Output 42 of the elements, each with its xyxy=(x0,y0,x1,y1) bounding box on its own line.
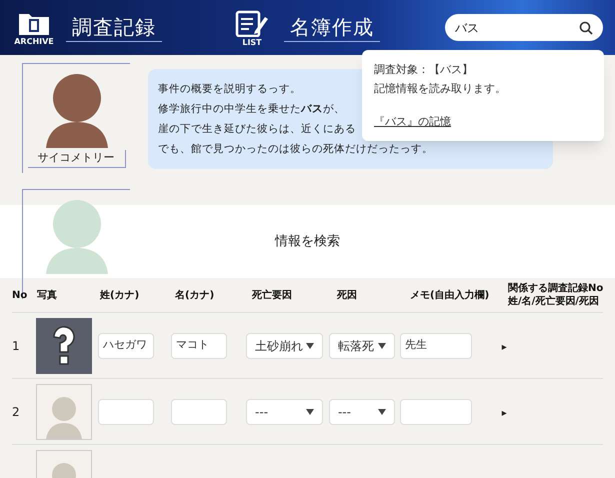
column-header: 写真 xyxy=(37,288,58,302)
nav-link[interactable]: 調査記録 xyxy=(66,13,162,42)
row-number: 2 xyxy=(12,404,20,418)
notepad-pencil-icon xyxy=(235,8,269,36)
search-icon xyxy=(579,20,593,34)
caret-icon xyxy=(378,408,386,414)
message-line: 事件の概要を説明するっす。 xyxy=(158,82,301,97)
expand-toggle[interactable]: ▸ xyxy=(496,406,507,420)
row-number: 1 xyxy=(12,338,20,352)
dropdown-field[interactable]: 土砂崩れ xyxy=(246,332,324,358)
dropdown-field[interactable]: --- xyxy=(246,398,324,424)
message-line: 修学旅行中の中学生を乗せたバスが、 xyxy=(158,102,345,117)
dropdown-field[interactable]: 転落死 xyxy=(328,332,395,358)
nav-link[interactable]: 名簿作成 xyxy=(284,13,380,42)
caret-icon xyxy=(378,342,386,348)
caret-icon xyxy=(306,408,314,414)
message-line: 崖の下で生き延びた彼らは、近くにある xyxy=(158,122,356,137)
text-field[interactable] xyxy=(400,398,472,424)
message-line: でも、館で見つかったのは彼らの死体だけだったっす。 xyxy=(158,142,433,157)
column-header: 死因 xyxy=(337,288,358,302)
column-header: 名(カナ) xyxy=(175,288,216,302)
search-info-button[interactable]: 情報を検索 xyxy=(275,232,340,252)
text-field[interactable] xyxy=(170,398,227,424)
column-header: No xyxy=(12,288,28,302)
column-header: 関係する調査記録No 姓/名/死亡要因/死因 xyxy=(508,282,604,308)
popup-text: 記憶情報を読み取ります。 xyxy=(374,81,507,97)
column-header: 死亡要因 xyxy=(252,288,293,302)
dropdown-field[interactable]: --- xyxy=(328,398,395,424)
icon-caption: LIST xyxy=(242,38,262,46)
text-field[interactable]: 先生 xyxy=(400,332,472,358)
icon-caption: ARCHIVE xyxy=(14,38,54,46)
column-header: 姓(カナ) xyxy=(100,288,140,302)
column-header: メモ(自由入力欄) xyxy=(410,288,490,302)
memory-link[interactable]: 『バス』の記憶 xyxy=(374,114,451,130)
popup-text: 調査対象：【バス】 xyxy=(374,62,474,78)
text-field[interactable]: ハセガワ xyxy=(98,332,154,358)
search-field[interactable]: バス xyxy=(445,14,603,41)
text-field[interactable] xyxy=(98,398,154,424)
expand-toggle[interactable]: ▸ xyxy=(496,340,507,354)
character-label: サイコメトリー xyxy=(28,150,126,168)
caret-icon xyxy=(306,342,314,348)
text-field[interactable]: マコト xyxy=(170,332,227,358)
